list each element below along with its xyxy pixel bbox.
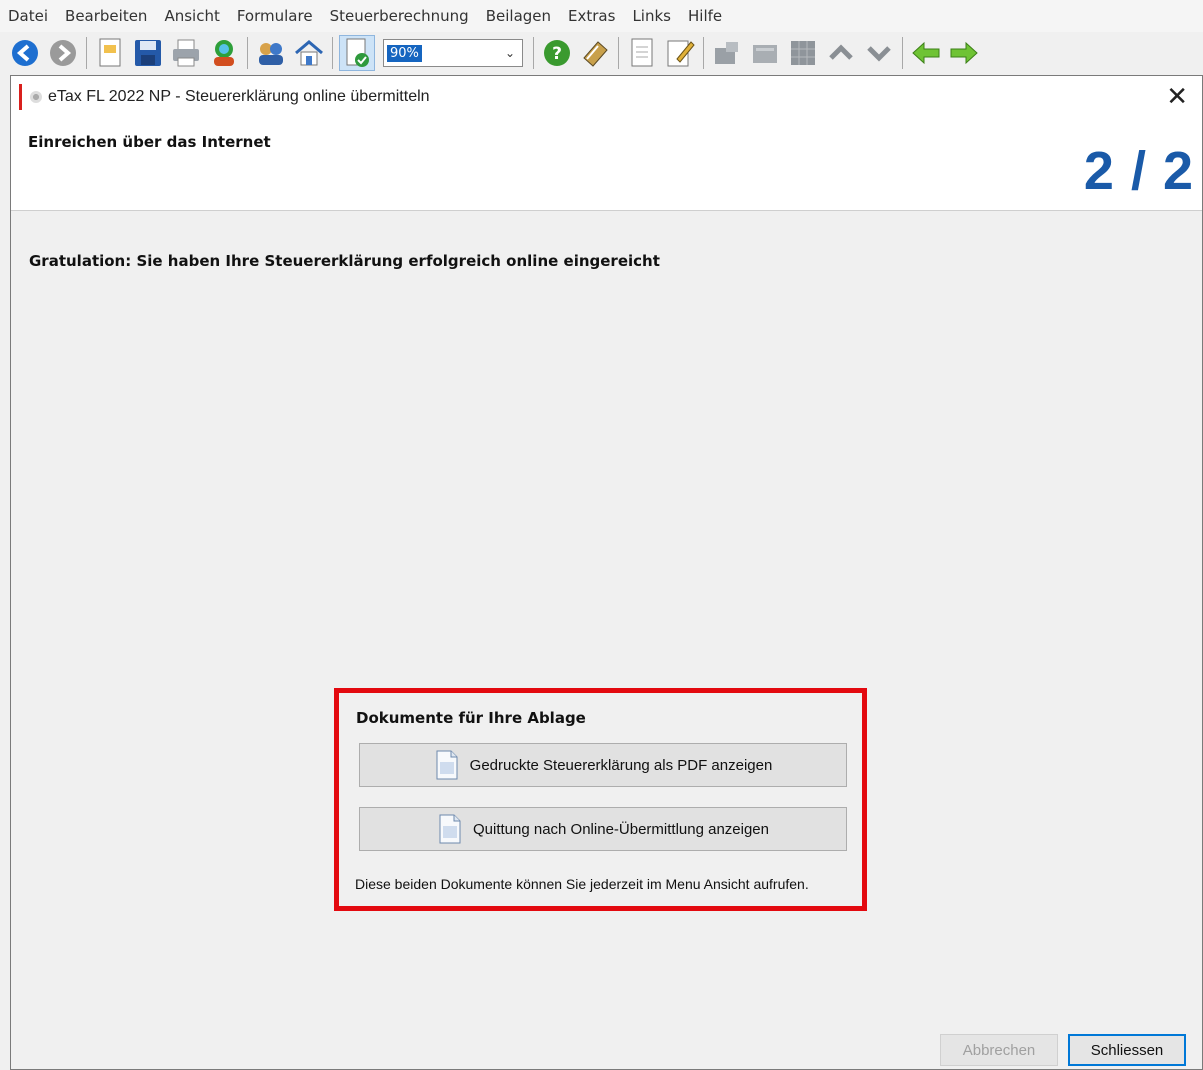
- dialog-titlebar: eTax FL 2022 NP - Steuererklärung online…: [11, 76, 1202, 118]
- toolbar-separator: [902, 37, 903, 69]
- svg-text:?: ?: [552, 44, 562, 64]
- arrow-right-icon[interactable]: [947, 36, 981, 70]
- page-icon[interactable]: [625, 36, 659, 70]
- menu-links[interactable]: Links: [624, 7, 680, 25]
- menu-hilfe[interactable]: Hilfe: [680, 7, 731, 25]
- arrow-left-icon[interactable]: [909, 36, 943, 70]
- step-indicator: 2 / 2: [1083, 141, 1194, 201]
- book-icon[interactable]: [578, 36, 612, 70]
- documents-note: Diese beiden Dokumente können Sie jederz…: [355, 876, 809, 892]
- documents-title: Dokumente für Ihre Ablage: [356, 709, 586, 727]
- menu-datei[interactable]: Datei: [0, 7, 57, 25]
- app-icon: [30, 91, 42, 103]
- close-button[interactable]: Schliessen: [1068, 1034, 1186, 1066]
- submit-online-dialog: eTax FL 2022 NP - Steuererklärung online…: [10, 75, 1203, 1070]
- grid-icon[interactable]: [786, 36, 820, 70]
- toolbar-separator: [332, 37, 333, 69]
- web-icon[interactable]: [207, 36, 241, 70]
- close-icon[interactable]: ✕: [1166, 82, 1188, 112]
- menu-ansicht[interactable]: Ansicht: [156, 7, 228, 25]
- toolbar-separator: [533, 37, 534, 69]
- zoom-value: 90%: [387, 44, 422, 62]
- chevron-down-icon[interactable]: ⌄: [498, 46, 522, 60]
- sheet-icon[interactable]: [710, 36, 744, 70]
- table-icon[interactable]: [748, 36, 782, 70]
- cancel-button[interactable]: Abbrechen: [940, 1034, 1058, 1066]
- zoom-select[interactable]: 90% ⌄: [383, 39, 523, 67]
- dialog-header: Einreichen über das Internet 2 / 2: [11, 118, 1202, 211]
- new-document-icon[interactable]: [93, 36, 127, 70]
- down-icon[interactable]: [862, 36, 896, 70]
- forward-icon[interactable]: [46, 36, 80, 70]
- toolbar-separator: [247, 37, 248, 69]
- persons-icon[interactable]: [254, 36, 288, 70]
- menu-steuerberechnung[interactable]: Steuerberechnung: [322, 7, 478, 25]
- menu-beilagen[interactable]: Beilagen: [478, 7, 560, 25]
- success-message: Gratulation: Sie haben Ihre Steuererklär…: [29, 252, 660, 270]
- document-icon: [436, 750, 458, 780]
- check-document-icon[interactable]: [339, 35, 375, 71]
- documents-highlight-box: Dokumente für Ihre Ablage Gedruckte Steu…: [334, 688, 867, 911]
- toolbar-separator: [703, 37, 704, 69]
- document-icon: [439, 814, 461, 844]
- header-title: Einreichen über das Internet: [28, 133, 271, 151]
- home-icon[interactable]: [292, 36, 326, 70]
- show-receipt-label: Quittung nach Online-Übermittlung anzeig…: [472, 820, 769, 838]
- show-pdf-label: Gedruckte Steuererklärung als PDF anzeig…: [469, 756, 773, 774]
- show-receipt-button[interactable]: Quittung nach Online-Übermittlung anzeig…: [359, 807, 847, 851]
- print-icon[interactable]: [169, 36, 203, 70]
- back-icon[interactable]: [8, 36, 42, 70]
- menu-extras[interactable]: Extras: [560, 7, 624, 25]
- menu-bar: Datei Bearbeiten Ansicht Formulare Steue…: [0, 0, 1203, 32]
- edit-icon[interactable]: [663, 36, 697, 70]
- save-icon[interactable]: [131, 36, 165, 70]
- help-icon[interactable]: ?: [540, 36, 574, 70]
- toolbar-separator: [86, 37, 87, 69]
- title-accent: [19, 84, 22, 110]
- menu-bearbeiten[interactable]: Bearbeiten: [57, 7, 156, 25]
- toolbar-separator: [618, 37, 619, 69]
- up-icon[interactable]: [824, 36, 858, 70]
- menu-formulare[interactable]: Formulare: [229, 7, 322, 25]
- show-pdf-button[interactable]: Gedruckte Steuererklärung als PDF anzeig…: [359, 743, 847, 787]
- toolbar: 90% ⌄ ?: [0, 32, 1203, 74]
- dialog-title: eTax FL 2022 NP - Steuererklärung online…: [48, 88, 430, 105]
